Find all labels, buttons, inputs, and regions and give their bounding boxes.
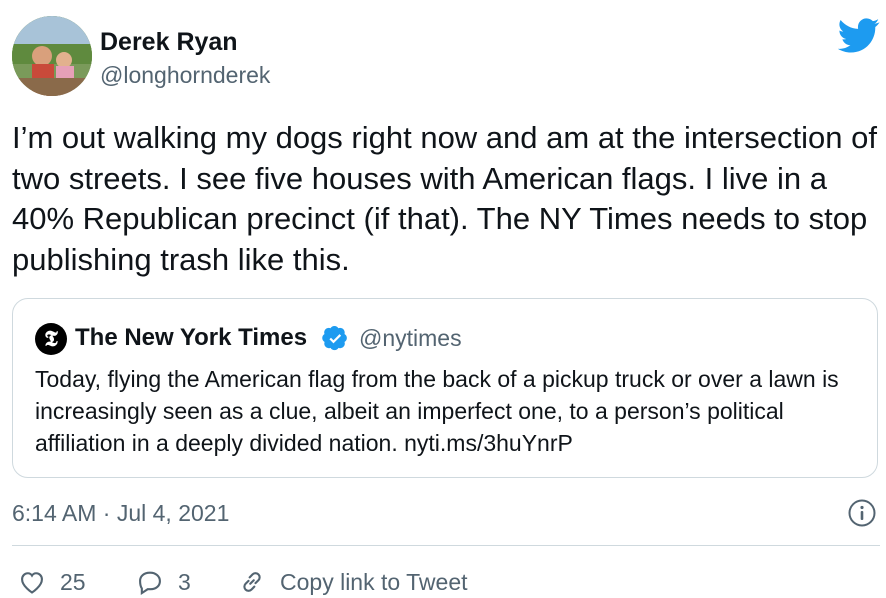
author-name[interactable]: Derek Ryan (100, 28, 238, 57)
avatar-photo (12, 16, 92, 96)
verified-badge-icon (322, 325, 347, 351)
tweet-timestamp[interactable]: 6:14 AM · Jul 4, 2021 (12, 500, 229, 527)
link-icon (243, 572, 261, 592)
like-button[interactable]: 25 (18, 566, 86, 598)
quoted-author-name: The New York Times (75, 324, 308, 351)
copy-link-label: Copy link to Tweet (280, 568, 468, 595)
copy-link-button[interactable]: Copy link to Tweet (238, 566, 468, 598)
twitter-bird-icon[interactable] (838, 14, 880, 56)
like-count: 25 (60, 568, 86, 595)
avatar[interactable] (12, 16, 92, 96)
divider (12, 545, 880, 546)
reply-button[interactable]: 3 (136, 566, 191, 598)
heart-icon (21, 572, 43, 594)
quoted-tweet[interactable]: 𝕿 The New York Times @nytimes Today, fly… (12, 298, 878, 478)
tweet-text: I’m out walking my dogs right now and am… (12, 120, 877, 277)
reply-count: 3 (178, 568, 191, 595)
quoted-author-handle: @nytimes (359, 325, 462, 351)
reply-bubble-icon (139, 571, 161, 596)
info-icon[interactable] (847, 498, 877, 528)
quoted-tweet-text: Today, flying the American flag from the… (35, 366, 839, 456)
nyt-logo-icon: 𝕿 (35, 323, 67, 355)
author-handle[interactable]: @longhornderek (100, 62, 270, 89)
